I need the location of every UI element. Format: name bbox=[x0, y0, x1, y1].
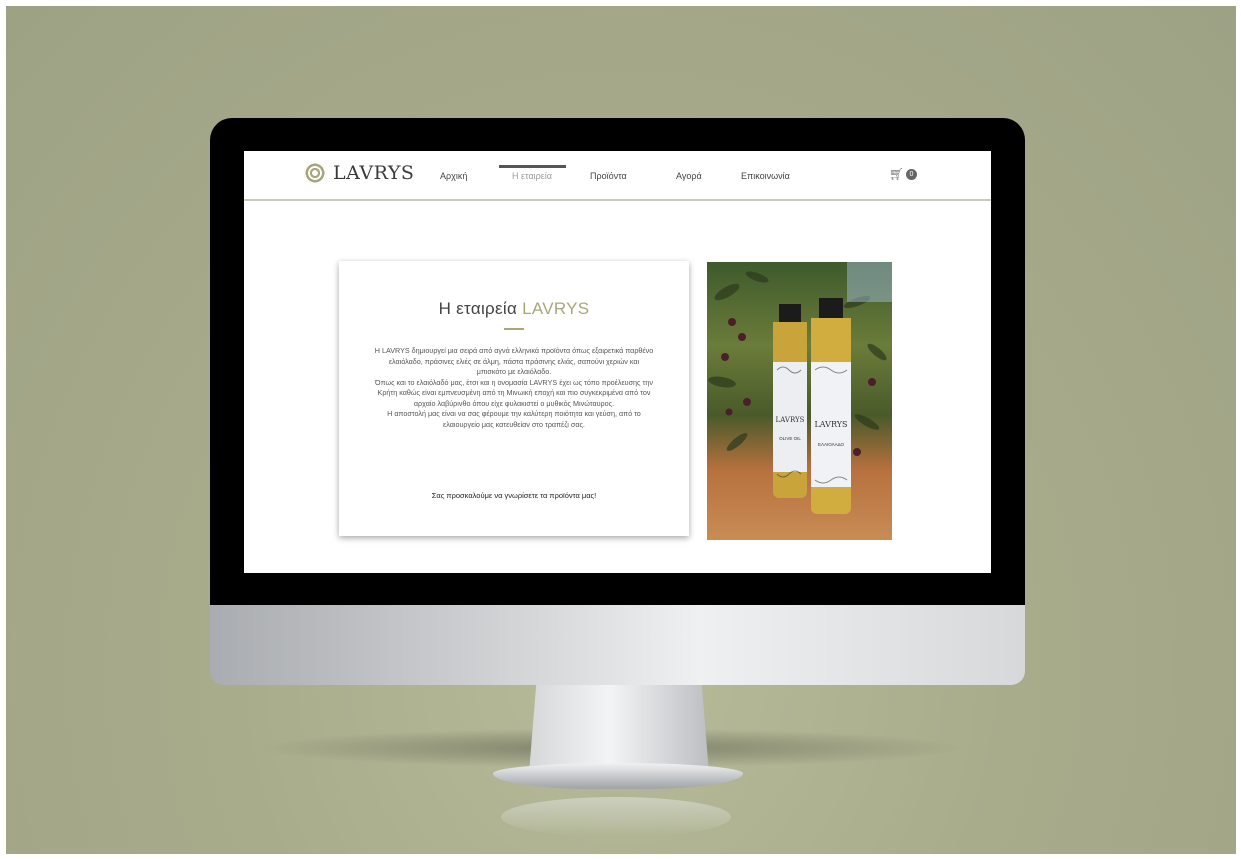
website-screen: LAVRYS Αρχική Η εταιρεία Προϊόντα Αγορά … bbox=[244, 151, 991, 573]
nav-item-company[interactable]: Η εταιρεία bbox=[512, 171, 552, 181]
about-paragraph: Η αποστολή μας είναι να σας φέρουμε την … bbox=[387, 409, 641, 429]
bottle-sub-right: ΕΛΑΙΟΛΑΔΟ bbox=[818, 442, 845, 447]
nav-item-home[interactable]: Αρχική bbox=[440, 171, 467, 181]
about-title: Η εταιρεία LAVRYS bbox=[339, 299, 689, 319]
active-nav-indicator bbox=[499, 165, 566, 168]
cart-count-badge[interactable]: 0 bbox=[906, 169, 917, 180]
about-body: Η LAVRYS δημιουργεί μια σειρά από αγνά ε… bbox=[374, 346, 654, 430]
about-title-text: Η εταιρεία bbox=[438, 299, 518, 318]
about-card: Η εταιρεία LAVRYS Η LAVRYS δημιουργεί μι… bbox=[339, 261, 689, 536]
logo-text[interactable]: LAVRYS bbox=[333, 162, 414, 184]
nav-item-shop[interactable]: Αγορά bbox=[676, 171, 702, 181]
cart-icon[interactable]: 🛒︎ bbox=[889, 167, 904, 181]
nav-item-products[interactable]: Προϊόντα bbox=[590, 171, 627, 181]
nav-item-contact[interactable]: Επικοινωνία bbox=[741, 171, 790, 181]
monitor-chin bbox=[210, 605, 1025, 685]
scene-background: LAVRYS Αρχική Η εταιρεία Προϊόντα Αγορά … bbox=[6, 6, 1236, 854]
bottle-sub-left: OLIVE OIL bbox=[779, 436, 801, 441]
monitor-reflection bbox=[501, 797, 731, 837]
site-header: LAVRYS Αρχική Η εταιρεία Προϊόντα Αγορά … bbox=[244, 151, 991, 201]
about-title-accent: LAVRYS bbox=[522, 299, 590, 318]
logo-icon[interactable] bbox=[304, 162, 326, 184]
title-divider bbox=[504, 328, 524, 330]
bottle-label-right: LAVRYS bbox=[814, 420, 847, 429]
about-paragraph: Όπως και το ελαιόλαδό μας, έτσι και η ον… bbox=[375, 377, 653, 408]
olive-oil-bottles-photo: LAVRYS OLIVE OIL LAVRYS ΕΛΑΙΟΛΑΔΟ bbox=[707, 262, 892, 540]
about-paragraph: Η LAVRYS δημιουργεί μια σειρά από αγνά ε… bbox=[374, 346, 654, 376]
monitor-stand-neck bbox=[529, 685, 709, 773]
about-cta: Σας προσκαλούμε να γνωρίσετε τα προϊόντα… bbox=[431, 491, 597, 500]
monitor-stand-base bbox=[493, 763, 743, 789]
bottle-label-left: LAVRYS bbox=[776, 416, 805, 424]
